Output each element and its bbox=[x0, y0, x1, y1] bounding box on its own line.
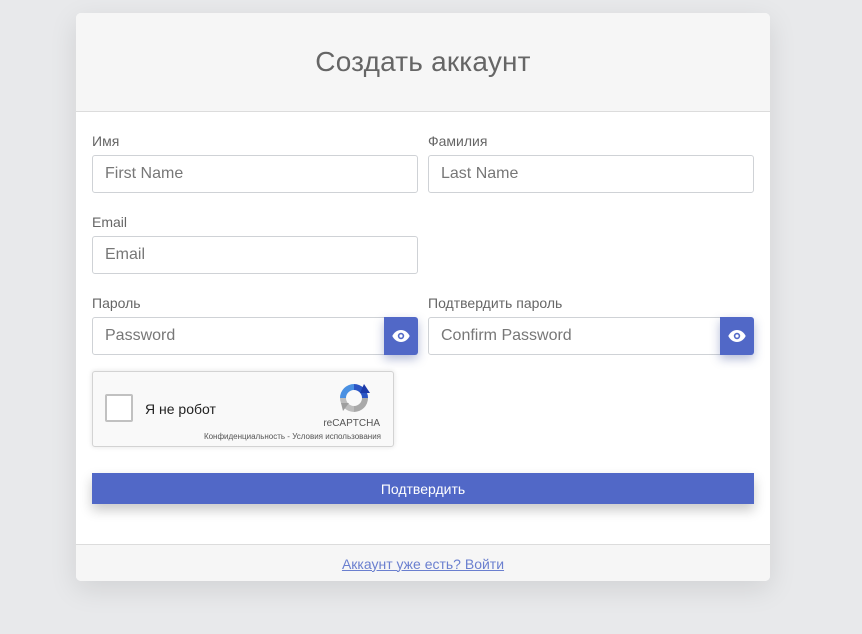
password-label: Пароль bbox=[92, 295, 141, 311]
recaptcha-label: Я не робот bbox=[145, 401, 216, 417]
recaptcha-widget: Я не робот reCAPTCHA Конфиденциальность … bbox=[92, 371, 394, 447]
password-input[interactable] bbox=[92, 317, 385, 355]
card-header: Создать аккаунт bbox=[76, 13, 770, 112]
recaptcha-logo-icon bbox=[340, 384, 370, 412]
confirm-password-toggle-button[interactable] bbox=[720, 317, 754, 355]
recaptcha-brand: reCAPTCHA bbox=[323, 418, 380, 429]
first-name-input[interactable] bbox=[92, 155, 418, 193]
login-link[interactable]: Аккаунт уже есть? Войти bbox=[342, 556, 504, 572]
first-name-label: Имя bbox=[92, 133, 120, 149]
submit-button[interactable]: Подтвердить bbox=[92, 473, 754, 504]
signup-card: Создать аккаунт Имя Фамилия Email Пароль… bbox=[76, 13, 770, 581]
card-footer: Аккаунт уже есть? Войти bbox=[76, 544, 770, 581]
last-name-input[interactable] bbox=[428, 155, 754, 193]
recaptcha-checkbox[interactable] bbox=[105, 394, 133, 422]
email-label: Email bbox=[92, 214, 128, 230]
page-title: Создать аккаунт bbox=[315, 46, 531, 77]
eye-icon bbox=[728, 330, 746, 342]
eye-icon bbox=[392, 330, 410, 342]
last-name-label: Фамилия bbox=[428, 133, 488, 149]
password-toggle-button[interactable] bbox=[384, 317, 418, 355]
recaptcha-privacy-terms-links[interactable]: Конфиденциальность - Условия использован… bbox=[204, 432, 381, 441]
confirm-password-label: Подтвердить пароль bbox=[428, 295, 563, 311]
email-input[interactable] bbox=[92, 236, 418, 274]
confirm-password-input[interactable] bbox=[428, 317, 721, 355]
